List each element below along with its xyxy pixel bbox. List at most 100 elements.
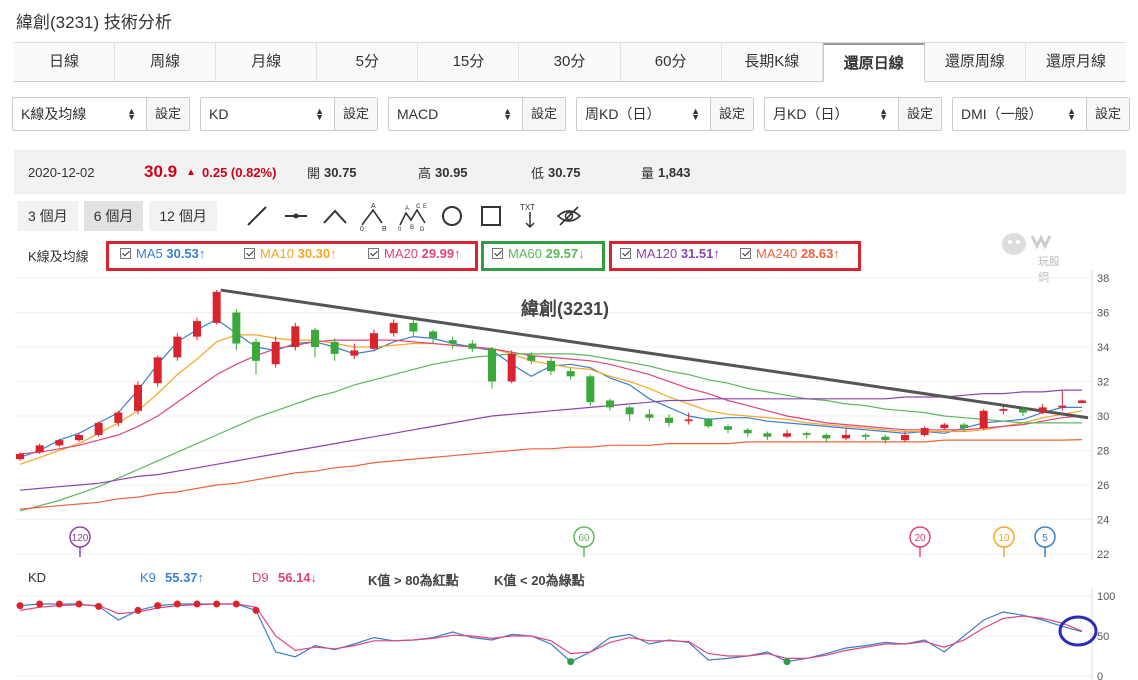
tab-2[interactable]: 月線	[216, 43, 318, 81]
tab-1[interactable]: 周線	[115, 43, 217, 81]
kd-note-oversold: K值 < 20為綠點	[494, 573, 585, 588]
ma5-toggle[interactable]: MA5 30.53↑	[120, 246, 205, 261]
settings-button-5[interactable]: 設定	[1087, 98, 1129, 130]
angle-tool-icon[interactable]	[320, 201, 350, 231]
ma60-value: 29.57↓	[545, 246, 585, 261]
ma-marker-label: 120	[72, 533, 89, 544]
candle-body	[75, 434, 83, 441]
hide-drawings-icon[interactable]	[554, 201, 584, 231]
indicator-select-group-2: MACD ▲ ▼ 設定	[388, 97, 566, 131]
tab-4[interactable]: 15分	[418, 43, 520, 81]
settings-button-3[interactable]: 設定	[711, 98, 753, 130]
tab-5[interactable]: 30分	[519, 43, 621, 81]
candle-body	[1038, 407, 1047, 413]
candle-body	[783, 433, 791, 437]
candle-body	[645, 414, 654, 418]
indicator-select-3[interactable]: 周KD（日） ▲ ▼	[577, 98, 711, 130]
svg-text:E: E	[423, 204, 427, 210]
tab-6[interactable]: 60分	[620, 43, 722, 81]
candle-body	[153, 357, 162, 384]
ma120-toggle[interactable]: MA120 31.51↑	[620, 246, 720, 261]
ma-marker-label: 10	[998, 533, 1010, 544]
segment-tool-icon[interactable]	[281, 201, 311, 231]
indicator-select-group-0: K線及均線 ▲ ▼ 設定	[12, 97, 190, 131]
ma10-name: MA10	[260, 246, 294, 261]
y-tick-label: 32	[1097, 377, 1109, 389]
ma20-toggle[interactable]: MA20 29.99↑	[368, 246, 461, 261]
ma5-name: MA5	[136, 246, 163, 261]
range-button-0[interactable]: 3 個月	[18, 201, 78, 231]
circle-tool-icon[interactable]	[437, 201, 467, 231]
candle-body	[999, 409, 1008, 411]
settings-button-4[interactable]: 設定	[899, 98, 941, 130]
settings-button-0[interactable]: 設定	[147, 98, 189, 130]
ma10-value: 30.30↑	[297, 246, 337, 261]
indicator-select-5[interactable]: DMI（一般） ▲ ▼	[953, 98, 1087, 130]
candle-body	[763, 433, 772, 437]
candle-body	[468, 343, 477, 349]
candle-body	[232, 312, 241, 344]
candle-body	[901, 434, 909, 441]
quote-bar: 2020-12-02 30.9 ▲ 0.25 (0.82%) 開 30.75 高…	[14, 150, 1126, 194]
candle-body	[311, 329, 319, 347]
tab-0[interactable]: 日線	[14, 43, 116, 81]
overbought-dot	[173, 600, 181, 608]
indicator-select-group-1: KD ▲ ▼ 設定	[200, 97, 378, 131]
checkbox-icon	[740, 248, 751, 259]
kd-y-tick-label: 100	[1097, 591, 1115, 603]
indicator-select-value: MACD	[397, 106, 439, 122]
k9-value: 55.37↑	[165, 570, 205, 585]
ma60-name: MA60	[508, 246, 542, 261]
line-tool-icon[interactable]	[242, 201, 272, 231]
candle-body	[1078, 400, 1086, 404]
checkbox-icon	[368, 248, 379, 259]
candle-body	[94, 422, 103, 435]
abc-wave-icon[interactable]: A 0 B	[359, 201, 389, 231]
svg-text:0: 0	[398, 227, 402, 231]
page-title: 緯創(3231) 技術分析	[16, 13, 172, 32]
tab-8[interactable]: 還原日線	[822, 43, 925, 82]
range-button-2[interactable]: 12 個月	[149, 201, 217, 231]
tab-7[interactable]: 長期K線	[721, 43, 823, 81]
chart-title: 緯創(3231)	[521, 298, 609, 319]
settings-button-1[interactable]: 設定	[335, 98, 377, 130]
kd-chart[interactable]: 100 50 0	[0, 588, 1138, 680]
indicator-select-group-5: DMI（一般） ▲ ▼ 設定	[952, 97, 1130, 131]
kd-note-overbought: K值 > 80為紅點	[368, 573, 459, 588]
rect-tool-icon[interactable]	[476, 201, 506, 231]
ma60-toggle[interactable]: MA60 29.57↓	[492, 246, 585, 261]
text-tool-icon[interactable]: TXT	[515, 201, 545, 231]
ma240-name: MA240	[756, 246, 798, 261]
svg-text:B: B	[382, 226, 387, 231]
y-tick-label: 38	[1097, 273, 1109, 285]
indicator-select-value: K線及均線	[21, 106, 87, 122]
quote-open: 30.75	[324, 164, 357, 180]
candle-body	[527, 355, 536, 361]
candle-body	[1019, 409, 1027, 413]
chart-toolbar: 3 個月 6 個月 12 個月 A 0 B A CE 0 B D TXT	[18, 201, 584, 231]
candle-body	[350, 350, 359, 356]
range-button-1[interactable]: 6 個月	[83, 201, 144, 231]
tab-10[interactable]: 還原月線	[1025, 43, 1127, 81]
kd-y-tick-label: 0	[1097, 671, 1103, 680]
candle-body	[212, 291, 221, 323]
ma240-toggle[interactable]: MA240 28.63↑	[740, 246, 840, 261]
indicator-select-1[interactable]: KD ▲ ▼	[201, 98, 335, 130]
kd-y-tick-label: 50	[1097, 631, 1109, 643]
indicator-select-0[interactable]: K線及均線 ▲ ▼	[13, 98, 147, 130]
candle-body	[173, 336, 182, 358]
indicator-select-2[interactable]: MACD ▲ ▼	[389, 98, 523, 130]
abcde-wave-icon[interactable]: A CE 0 B D	[398, 201, 428, 231]
candle-body	[704, 419, 713, 427]
candle-body	[881, 436, 890, 441]
ma10-toggle[interactable]: MA10 30.30↑	[244, 246, 337, 261]
tab-3[interactable]: 5分	[317, 43, 419, 81]
indicator-select-4[interactable]: 月KD（日） ▲ ▼	[765, 98, 899, 130]
candle-body	[193, 321, 201, 337]
tab-9[interactable]: 還原周線	[924, 43, 1026, 81]
candle-body	[389, 322, 398, 334]
settings-button-2[interactable]: 設定	[523, 98, 565, 130]
overbought-dot	[55, 600, 63, 608]
quote-high: 30.95	[435, 164, 468, 180]
price-chart[interactable]: 38 36 34 32 30 28 26 24 22 緯創(3231) 120 60 20 10 5	[0, 270, 1138, 565]
